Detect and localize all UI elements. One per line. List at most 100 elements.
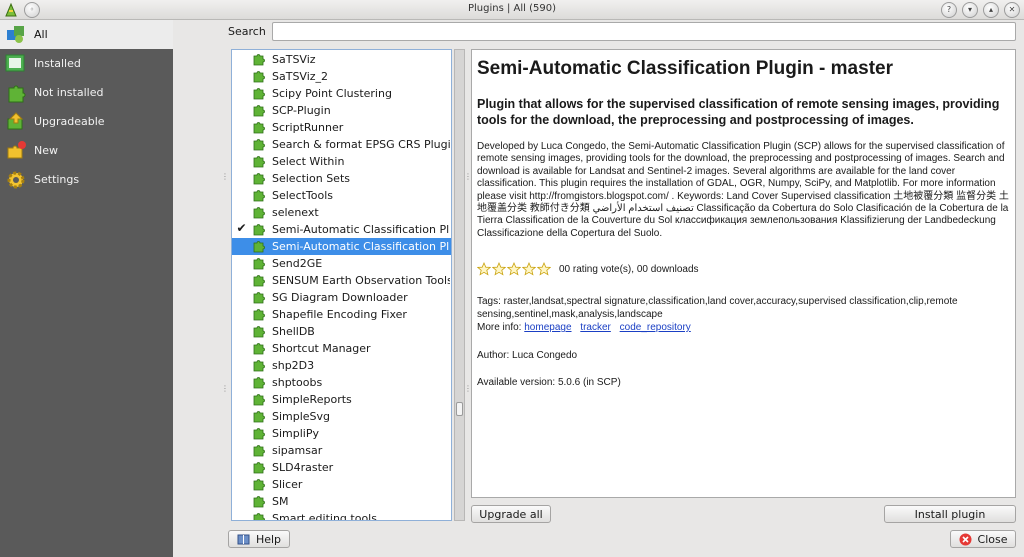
scrollbar-thumb[interactable] bbox=[456, 402, 463, 416]
plugin-list-item[interactable]: SCP-Plugin bbox=[232, 102, 451, 119]
close-icon bbox=[959, 533, 972, 545]
tracker-link[interactable]: tracker bbox=[580, 322, 611, 333]
checkmark-icon: ✔ bbox=[236, 221, 247, 235]
plugin-list-item[interactable]: Slicer bbox=[232, 476, 451, 493]
plugin-list-item[interactable]: SimpleSvg bbox=[232, 408, 451, 425]
maximize-button[interactable]: ▴ bbox=[983, 2, 999, 18]
plugin-list-item[interactable]: shptoobs bbox=[232, 374, 451, 391]
list-item-check-area bbox=[235, 69, 248, 82]
plugin-list[interactable]: SaTSViz SaTSViz_2 Scipy Point Clustering SC… bbox=[231, 49, 452, 521]
close-button-label: Close bbox=[977, 532, 1008, 546]
plugin-list-item-label: Semi-Automatic Classification Pl bbox=[272, 240, 450, 253]
code-repository-link[interactable]: code_repository bbox=[620, 322, 691, 333]
upgrade-all-button[interactable]: Upgrade all bbox=[471, 505, 551, 523]
plugin-puzzle-icon bbox=[253, 326, 265, 338]
list-item-check-area bbox=[235, 307, 248, 320]
plugin-list-item-label: Slicer bbox=[272, 478, 303, 491]
category-upgradeable[interactable]: Upgradeable bbox=[0, 107, 173, 136]
rating-text: 00 rating vote(s), 00 downloads bbox=[559, 263, 699, 275]
puzzle-all-icon bbox=[7, 26, 24, 43]
splitter-handle[interactable]: ⋮ bbox=[221, 172, 229, 181]
category-not-installed[interactable]: Not installed bbox=[0, 78, 173, 107]
homepage-link[interactable]: homepage bbox=[524, 322, 571, 333]
plugin-title: Semi-Automatic Classification Plugin - m… bbox=[477, 58, 893, 79]
plugin-puzzle-icon bbox=[253, 241, 265, 253]
plugin-list-item[interactable]: SimpliPy bbox=[232, 425, 451, 442]
plugin-list-item[interactable]: Scipy Point Clustering bbox=[232, 85, 451, 102]
plugin-puzzle-icon bbox=[253, 428, 265, 440]
list-item-check-area bbox=[235, 511, 248, 520]
plugin-puzzle-icon bbox=[253, 207, 265, 219]
plugin-puzzle-icon bbox=[253, 394, 265, 406]
plugin-list-item[interactable]: SG Diagram Downloader bbox=[232, 289, 451, 306]
install-plugin-button[interactable]: Install plugin bbox=[884, 505, 1016, 523]
close-window-button[interactable]: ✕ bbox=[1004, 2, 1020, 18]
list-item-check-area bbox=[235, 494, 248, 507]
category-all[interactable]: All bbox=[0, 20, 173, 49]
plugin-list-item[interactable]: SaTSViz bbox=[232, 51, 451, 68]
minimize-button[interactable]: ▾ bbox=[962, 2, 978, 18]
list-item-check-area bbox=[235, 290, 248, 303]
rating-star-icon[interactable] bbox=[537, 262, 551, 276]
plugin-list-item[interactable]: SLD4raster bbox=[232, 459, 451, 476]
rating-star-icon[interactable] bbox=[492, 262, 506, 276]
plugin-puzzle-icon bbox=[253, 54, 265, 66]
plugin-list-item-label: Select Within bbox=[272, 155, 345, 168]
list-item-check-area bbox=[235, 205, 248, 218]
more-info: More info: homepage tracker code_reposit… bbox=[477, 322, 697, 333]
plugin-list-item[interactable]: Send2GE bbox=[232, 255, 451, 272]
list-item-check-area bbox=[235, 443, 248, 456]
plugin-details-panel: Semi-Automatic Classification Plugin - m… bbox=[471, 49, 1016, 498]
rating-stars[interactable] bbox=[477, 262, 551, 276]
plugin-list-item[interactable]: Shapefile Encoding Fixer bbox=[232, 306, 451, 323]
help-book-icon bbox=[237, 534, 250, 544]
plugin-list-item[interactable]: selenext bbox=[232, 204, 451, 221]
list-item-check-area bbox=[235, 426, 248, 439]
category-label: New bbox=[34, 144, 58, 157]
help-button[interactable]: Help bbox=[228, 530, 290, 548]
category-installed[interactable]: Installed bbox=[0, 49, 173, 78]
rating-star-icon[interactable] bbox=[522, 262, 536, 276]
plugin-list-item[interactable]: ShellDB bbox=[232, 323, 451, 340]
rating-star-icon[interactable] bbox=[507, 262, 521, 276]
plugin-list-item[interactable]: sipamsar bbox=[232, 442, 451, 459]
plugin-puzzle-icon bbox=[253, 122, 265, 134]
close-button[interactable]: Close bbox=[950, 530, 1016, 548]
plugin-list-item[interactable]: Search & format EPSG CRS Plugin bbox=[232, 136, 451, 153]
plugin-list-item[interactable]: ✔ Semi-Automatic Classification Pl bbox=[232, 221, 451, 238]
plugin-list-item[interactable]: Smart editing tools bbox=[232, 510, 451, 520]
upgradeable-icon bbox=[7, 112, 24, 130]
splitter-handle[interactable]: ⋮ bbox=[221, 384, 229, 393]
plugin-list-scrollbar[interactable] bbox=[454, 49, 465, 521]
rating-star-icon[interactable] bbox=[477, 262, 491, 276]
plugin-list-item[interactable]: SENSUM Earth Observation Tools bbox=[232, 272, 451, 289]
plugin-list-item[interactable]: SaTSViz_2 bbox=[232, 68, 451, 85]
plugin-list-item[interactable]: Semi-Automatic Classification Pl bbox=[232, 238, 451, 255]
search-input[interactable] bbox=[272, 22, 1016, 41]
plugin-list-item[interactable]: SelectTools bbox=[232, 187, 451, 204]
plugin-puzzle-icon bbox=[253, 462, 265, 474]
plugin-puzzle-icon bbox=[253, 139, 265, 151]
plugin-list-item[interactable]: shp2D3 bbox=[232, 357, 451, 374]
list-item-check-area bbox=[235, 392, 248, 405]
plugin-list-item-label: SG Diagram Downloader bbox=[272, 291, 408, 304]
plugin-list-item[interactable]: Shortcut Manager bbox=[232, 340, 451, 357]
title-bar: ◦ Plugins | All (590) ? ▾ ▴ ✕ bbox=[0, 0, 1024, 20]
help-window-button[interactable]: ? bbox=[941, 2, 957, 18]
list-item-check-area bbox=[235, 120, 248, 133]
plugin-puzzle-icon bbox=[253, 190, 265, 202]
plugin-puzzle-icon bbox=[253, 343, 265, 355]
plugin-list-item[interactable]: SM bbox=[232, 493, 451, 510]
plugin-puzzle-icon bbox=[253, 275, 265, 287]
plugin-list-item-label: Selection Sets bbox=[272, 172, 350, 185]
plugin-puzzle-icon bbox=[253, 88, 265, 100]
plugin-list-item[interactable]: Select Within bbox=[232, 153, 451, 170]
category-new[interactable]: New bbox=[0, 136, 173, 165]
category-settings[interactable]: Settings bbox=[0, 165, 173, 194]
more-info-label: More info: bbox=[477, 322, 522, 333]
plugin-list-item[interactable]: Selection Sets bbox=[232, 170, 451, 187]
plugin-list-item[interactable]: SimpleReports bbox=[232, 391, 451, 408]
plugin-list-item[interactable]: ScriptRunner bbox=[232, 119, 451, 136]
plugin-list-item-label: ShellDB bbox=[272, 325, 315, 338]
plugin-tags: Tags: raster,landsat,spectral signature,… bbox=[477, 296, 958, 320]
